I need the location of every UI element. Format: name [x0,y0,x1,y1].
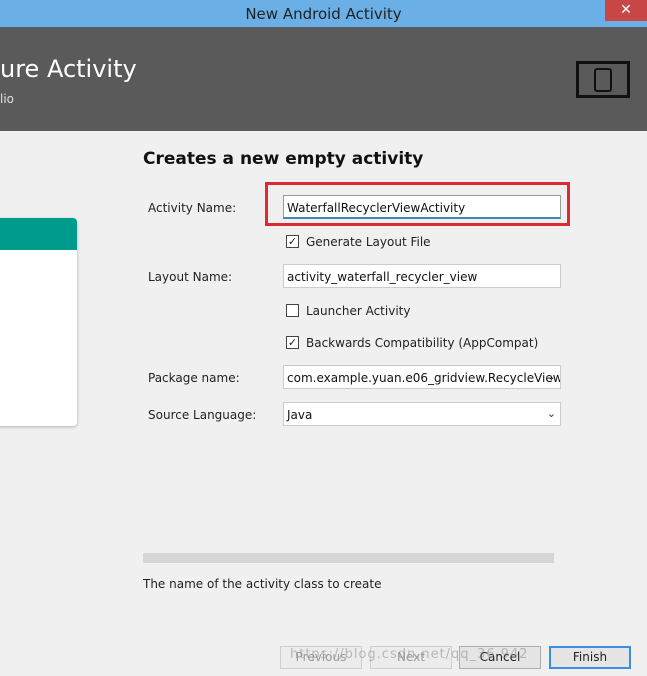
generate-layout-checkbox[interactable]: ✓ [286,235,299,248]
check-icon: ✓ [287,336,298,349]
previous-button[interactable]: Previous [280,646,362,669]
generate-layout-label: Generate Layout File [306,235,431,249]
backwards-compat-label: Backwards Compatibility (AppCompat) [306,336,539,350]
header-subheading: lio [0,92,15,106]
launcher-activity-label: Launcher Activity [306,304,411,318]
form-title: Creates a new empty activity [143,149,424,169]
backwards-compat-checkbox[interactable]: ✓ [286,336,299,349]
package-name-select[interactable]: com.example.yuan.e06_gridview.RecycleVie… [283,365,561,389]
close-icon: ✕ [620,2,632,18]
finish-button[interactable]: Finish [549,646,631,669]
package-name-value: com.example.yuan.e06_gridview.RecycleVie… [287,371,561,385]
next-button[interactable]: Next [370,646,452,669]
layout-name-input[interactable]: activity_waterfall_recycler_view [283,264,561,288]
source-language-select[interactable]: Java ⌄ [283,402,561,426]
chevron-down-icon: ⌄ [546,370,556,383]
activity-name-label: Activity Name: [148,201,237,215]
source-language-label: Source Language: [148,408,257,422]
highlight-box [265,182,570,226]
preview-toolbar [0,218,77,250]
horizontal-scrollbar[interactable] [143,553,554,563]
check-icon: ✓ [287,235,298,248]
title-bar: New Android Activity ✕ [0,0,647,27]
header-heading: ure Activity [0,55,137,83]
package-name-label: Package name: [148,371,240,385]
chevron-down-icon: ⌄ [546,407,556,420]
layout-name-label: Layout Name: [148,270,233,284]
source-language-value: Java [287,408,313,422]
close-button[interactable]: ✕ [605,0,647,21]
wizard-header: ure Activity lio [0,27,647,131]
device-frame-icon [576,61,630,98]
activity-preview [0,218,77,426]
launcher-activity-checkbox[interactable] [286,304,299,317]
cancel-button[interactable]: Cancel [459,646,541,669]
field-hint: The name of the activity class to create [143,577,382,591]
window-title: New Android Activity [245,5,402,23]
layout-name-value: activity_waterfall_recycler_view [287,270,478,284]
